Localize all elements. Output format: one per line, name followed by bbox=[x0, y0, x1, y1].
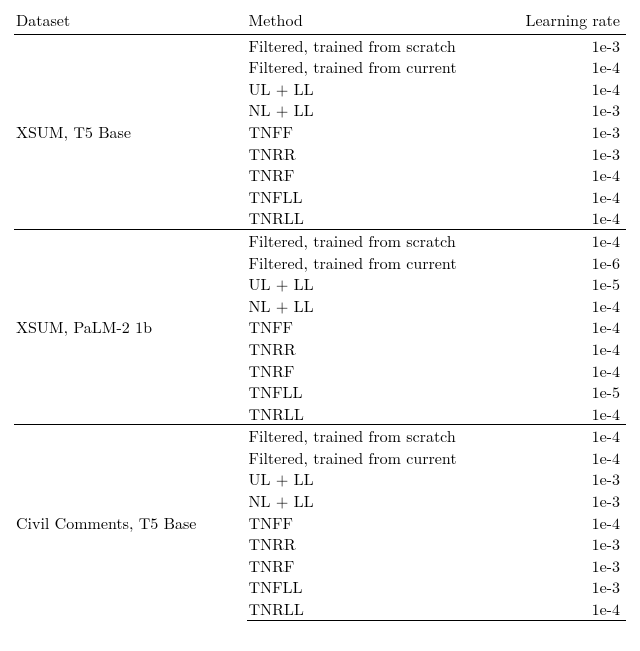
method-cell: TNRLL bbox=[247, 598, 504, 620]
lr-cell: 1e-3 bbox=[504, 533, 626, 555]
lr-cell: 1e-4 bbox=[504, 360, 626, 382]
col-method: Method bbox=[247, 6, 504, 34]
method-cell: TNRR bbox=[247, 143, 504, 165]
method-cell: Filtered, trained from current bbox=[247, 56, 504, 78]
lr-cell: 1e-4 bbox=[504, 56, 626, 78]
method-cell: TNFLL bbox=[247, 186, 504, 208]
method-cell: TNRR bbox=[247, 338, 504, 360]
method-cell: Filtered, trained from scratch bbox=[247, 34, 504, 56]
lr-cell: 1e-3 bbox=[504, 555, 626, 577]
lr-cell: 1e-3 bbox=[504, 143, 626, 165]
lr-cell: 1e-4 bbox=[504, 403, 626, 425]
method-cell: TNRF bbox=[247, 164, 504, 186]
lr-cell: 1e-3 bbox=[504, 490, 626, 512]
table-row: XSUM, PaLM-2 1bFiltered, trained from sc… bbox=[14, 229, 626, 251]
method-cell: NL + LL bbox=[247, 490, 504, 512]
table-container: Dataset Method Learning rate XSUM, T5 Ba… bbox=[0, 0, 640, 631]
method-cell: UL + LL bbox=[247, 468, 504, 490]
lr-cell: 1e-4 bbox=[504, 295, 626, 317]
lr-cell: 1e-4 bbox=[504, 447, 626, 469]
method-cell: TNRF bbox=[247, 360, 504, 382]
lr-cell: 1e-3 bbox=[504, 576, 626, 598]
dataset-cell: XSUM, PaLM-2 1b bbox=[14, 229, 247, 424]
method-cell: TNRF bbox=[247, 555, 504, 577]
lr-cell: 1e-4 bbox=[504, 338, 626, 360]
lr-cell: 1e-4 bbox=[504, 316, 626, 338]
col-lr: Learning rate bbox=[504, 6, 626, 34]
method-cell: Filtered, trained from current bbox=[247, 447, 504, 469]
lr-cell: 1e-3 bbox=[504, 468, 626, 490]
method-cell: TNFF bbox=[247, 512, 504, 534]
dataset-cell: Civil Comments, T5 Base bbox=[14, 425, 247, 620]
method-cell: TNFF bbox=[247, 121, 504, 143]
method-cell: Filtered, trained from scratch bbox=[247, 229, 504, 251]
method-cell: TNRLL bbox=[247, 207, 504, 229]
table-body: XSUM, T5 BaseFiltered, trained from scra… bbox=[14, 34, 626, 620]
lr-cell: 1e-5 bbox=[504, 381, 626, 403]
method-cell: NL + LL bbox=[247, 295, 504, 317]
lr-cell: 1e-3 bbox=[504, 121, 626, 143]
method-cell: TNFLL bbox=[247, 381, 504, 403]
method-cell: TNRR bbox=[247, 533, 504, 555]
table-header-row: Dataset Method Learning rate bbox=[14, 6, 626, 34]
lr-cell: 1e-4 bbox=[504, 512, 626, 534]
method-cell: Filtered, trained from current bbox=[247, 252, 504, 274]
lr-cell: 1e-4 bbox=[504, 229, 626, 251]
table-row: Civil Comments, T5 BaseFiltered, trained… bbox=[14, 425, 626, 447]
method-cell: UL + LL bbox=[247, 78, 504, 100]
lr-cell: 1e-4 bbox=[504, 425, 626, 447]
lr-cell: 1e-4 bbox=[504, 78, 626, 100]
col-dataset: Dataset bbox=[14, 6, 247, 34]
method-cell: TNFF bbox=[247, 316, 504, 338]
lr-cell: 1e-6 bbox=[504, 252, 626, 274]
lr-cell: 1e-3 bbox=[504, 99, 626, 121]
dataset-cell: XSUM, T5 Base bbox=[14, 34, 247, 229]
method-cell: UL + LL bbox=[247, 273, 504, 295]
lr-cell: 1e-4 bbox=[504, 186, 626, 208]
method-cell: NL + LL bbox=[247, 99, 504, 121]
lr-cell: 1e-4 bbox=[504, 598, 626, 620]
lr-cell: 1e-4 bbox=[504, 164, 626, 186]
lr-cell: 1e-3 bbox=[504, 34, 626, 56]
lr-table: Dataset Method Learning rate XSUM, T5 Ba… bbox=[14, 6, 626, 621]
method-cell: TNFLL bbox=[247, 576, 504, 598]
lr-cell: 1e-4 bbox=[504, 207, 626, 229]
lr-cell: 1e-5 bbox=[504, 273, 626, 295]
table-row: XSUM, T5 BaseFiltered, trained from scra… bbox=[14, 34, 626, 56]
method-cell: TNRLL bbox=[247, 403, 504, 425]
method-cell: Filtered, trained from scratch bbox=[247, 425, 504, 447]
